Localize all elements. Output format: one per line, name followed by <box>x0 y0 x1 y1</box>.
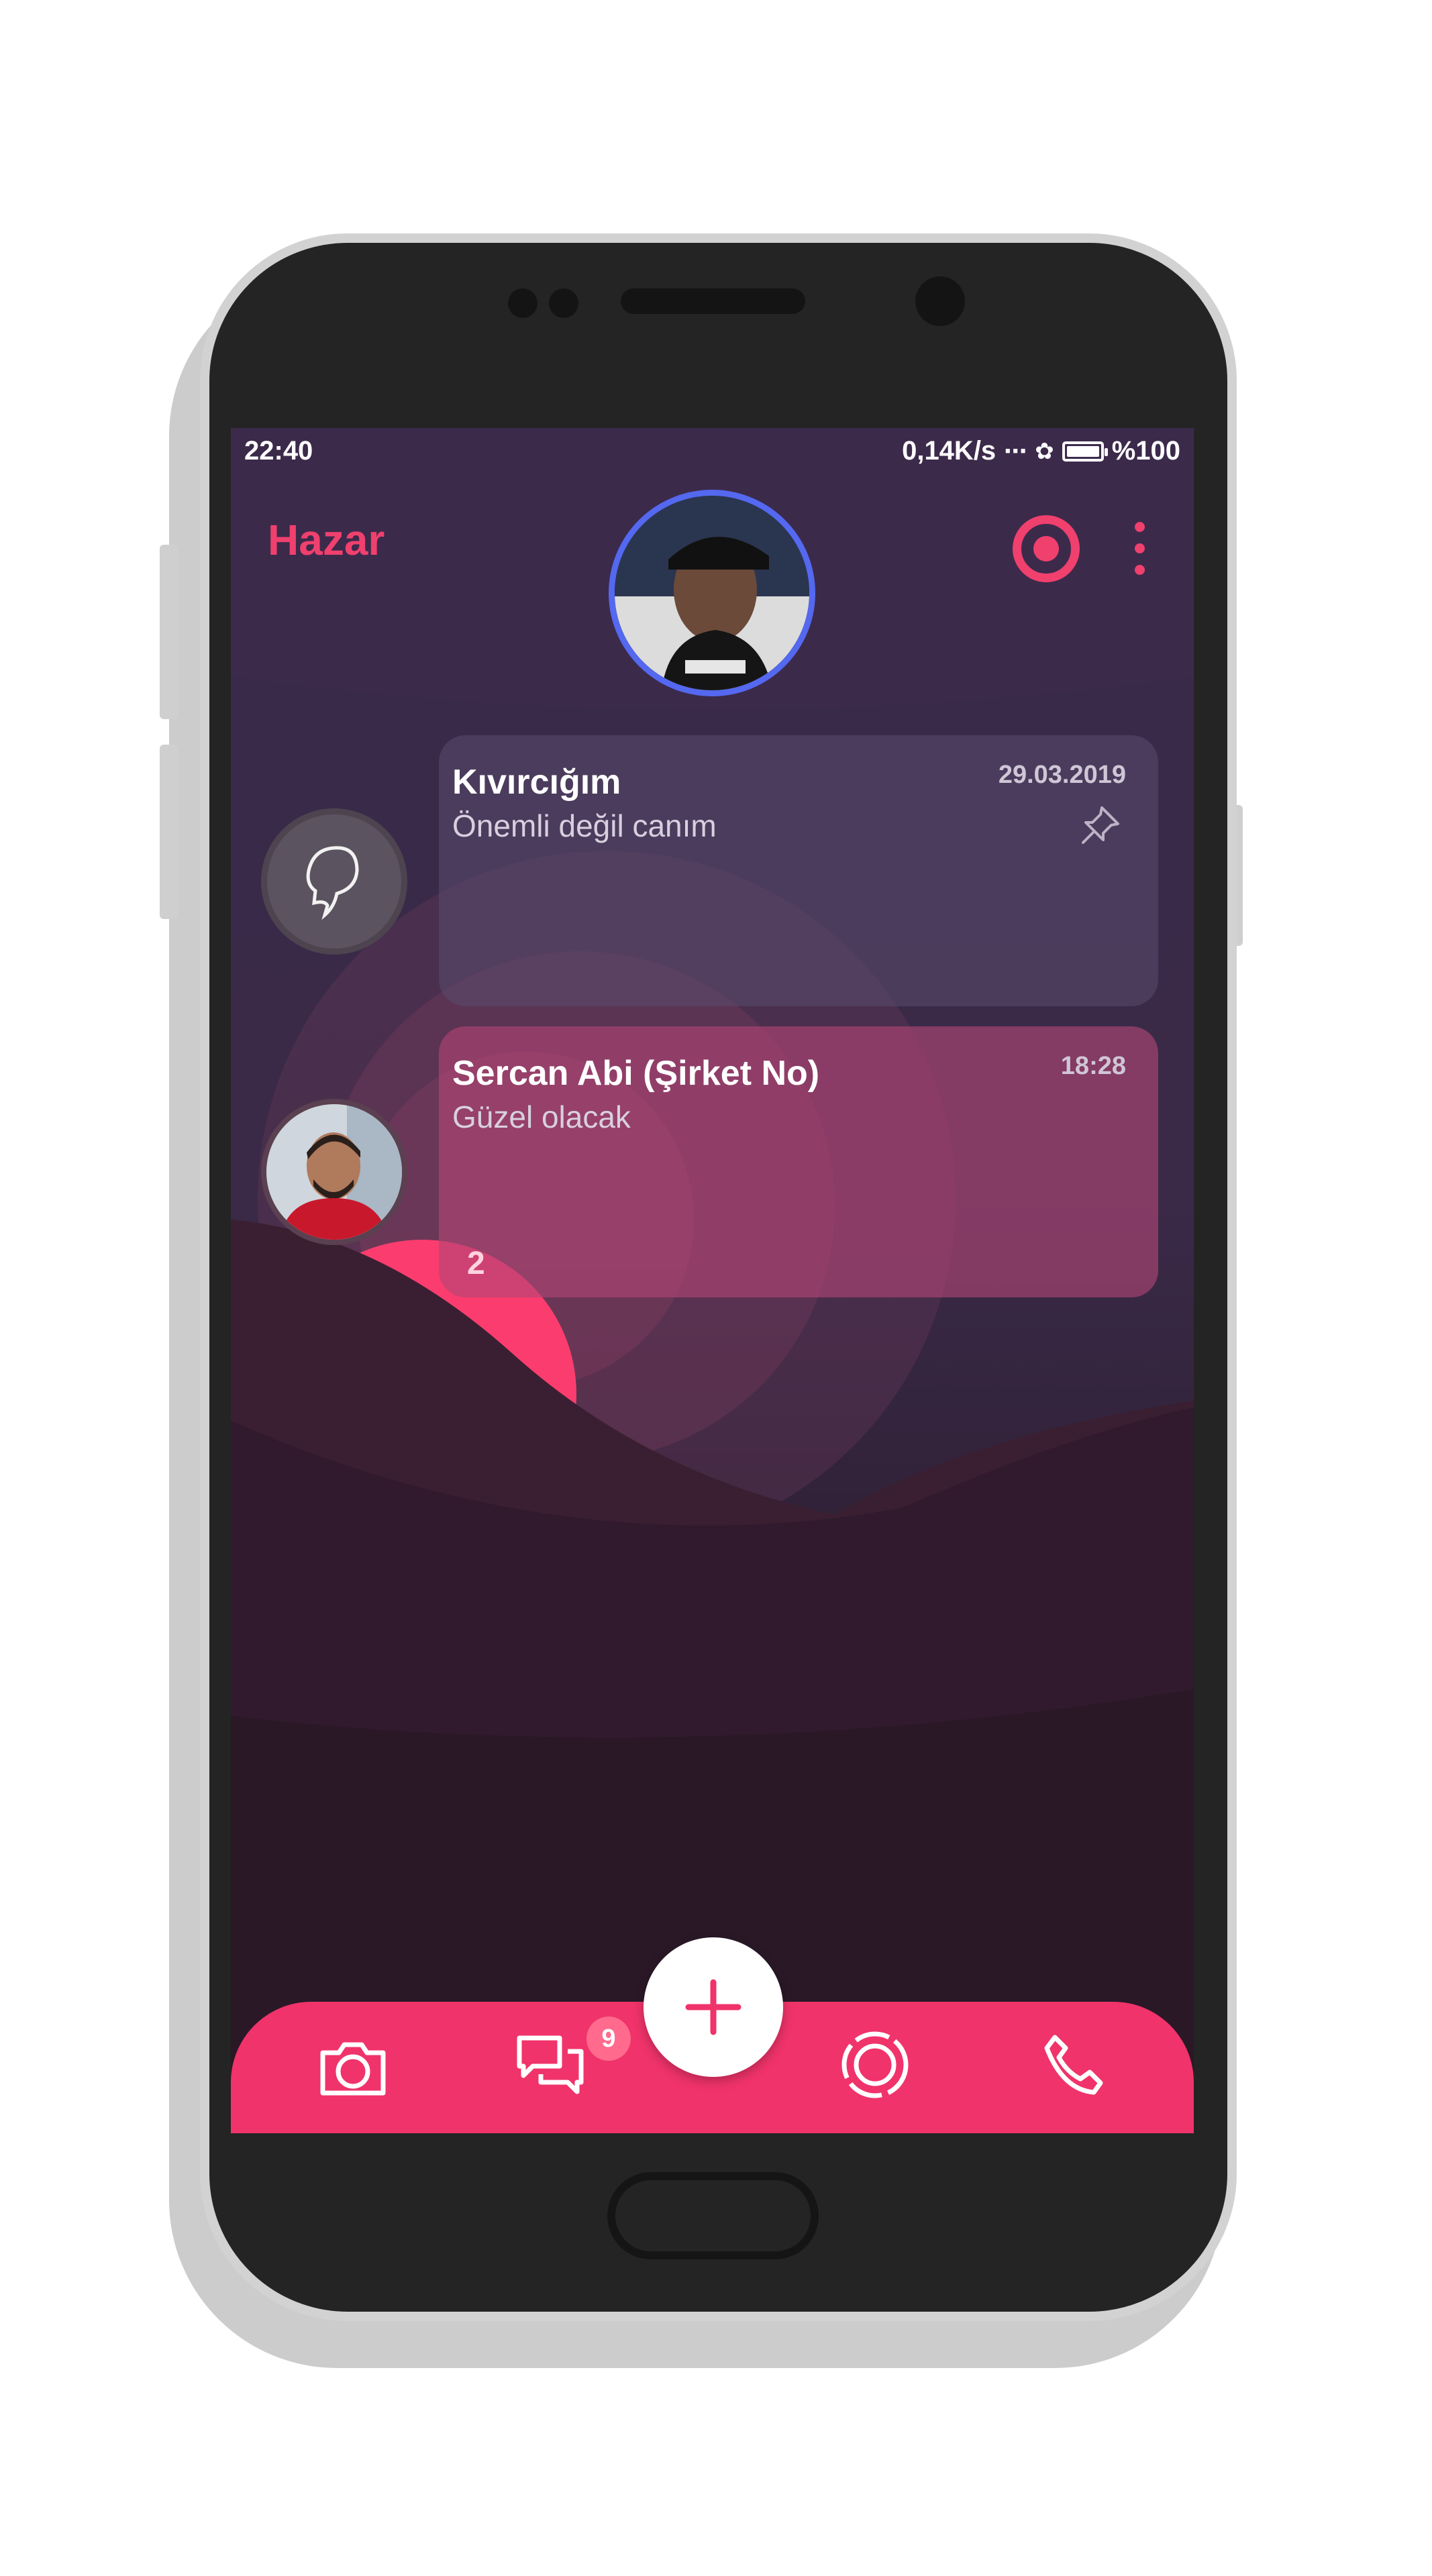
sensor-dot <box>549 288 578 318</box>
chat-last-message: Önemli değil canım <box>452 808 717 843</box>
chat-avatar[interactable] <box>261 1099 407 1245</box>
app-screen: 22:40 0,14K/s ⋯ ✿ %100 Hazar Kıvırcığım … <box>231 428 1194 2133</box>
camera-icon[interactable] <box>309 2025 397 2112</box>
chat-time: 29.03.2019 <box>998 761 1126 789</box>
chats-badge: 9 <box>586 2017 631 2061</box>
chat-last-message: Güzel olacak <box>452 1099 631 1134</box>
record-icon[interactable] <box>1013 515 1080 582</box>
chat-time: 18:28 <box>1060 1052 1126 1080</box>
profile-avatar[interactable] <box>609 490 815 696</box>
battery-icon <box>1062 441 1108 462</box>
pin-icon <box>1082 806 1119 844</box>
front-camera <box>915 276 965 326</box>
chat-avatar[interactable] <box>261 808 407 955</box>
plus-icon <box>685 1979 741 2035</box>
more-vertical-icon[interactable] <box>1130 522 1150 576</box>
chat-list-item[interactable]: Kıvırcığım Önemli değil canım 29.03.2019 <box>439 735 1158 1006</box>
volume-button <box>160 545 178 719</box>
chats-icon[interactable] <box>506 2018 593 2105</box>
chat-list-item[interactable]: Sercan Abi (Şirket No) Güzel olacak 18:2… <box>439 1026 1158 1297</box>
status-bar: 22:40 0,14K/s ⋯ ✿ %100 <box>231 428 1194 475</box>
fan-icon: ✿ <box>1035 438 1054 464</box>
unread-count: 2 <box>467 1246 485 1281</box>
app-title: Hazar <box>268 516 385 564</box>
chat-name: Sercan Abi (Şirket No) <box>452 1054 820 1093</box>
status-right: 0,14K/s ⋯ ✿ %100 <box>902 436 1180 466</box>
chat-name: Kıvırcığım <box>452 763 621 802</box>
new-chat-fab[interactable] <box>644 1937 783 2077</box>
home-button[interactable] <box>607 2172 819 2259</box>
network-speed: 0,14K/s <box>902 436 996 466</box>
status-time: 22:40 <box>244 436 313 466</box>
power-button-left <box>160 745 178 919</box>
silhouette-icon <box>306 846 359 920</box>
phone-icon[interactable] <box>1029 2021 1117 2108</box>
profile-photo <box>615 496 809 690</box>
status-icon[interactable] <box>831 2021 919 2108</box>
signal-icon: ⋯ <box>1004 438 1027 464</box>
earpiece-speaker <box>621 288 805 314</box>
sensor-dot <box>508 288 538 318</box>
battery-text: %100 <box>1111 436 1180 466</box>
contact-photo <box>266 1104 402 1240</box>
